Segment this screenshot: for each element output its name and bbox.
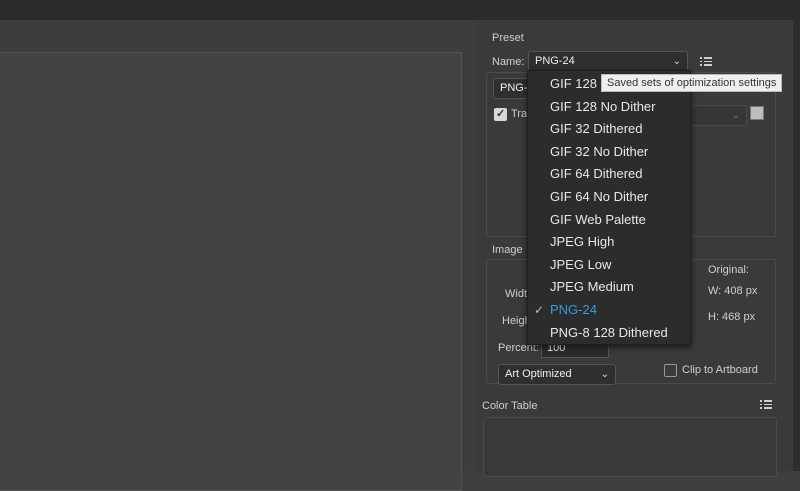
matte-select[interactable]: ⌄ [690,105,747,126]
dropdown-item[interactable]: JPEG High [550,231,614,253]
matte-color-swatch[interactable] [750,106,764,120]
preset-name-select[interactable]: PNG-24 ⌄ [528,51,688,72]
dropdown-item[interactable]: GIF 64 No Dither [550,186,648,208]
original-label: Original: [708,264,749,276]
format-value: PNG- [500,82,528,94]
quality-select[interactable]: Art Optimized ⌄ [498,364,616,385]
image-size-section-title: Image [492,244,523,256]
transparency-label: Tra [511,108,528,120]
color-table-box [483,417,777,477]
preview-canvas [0,52,462,491]
dropdown-item[interactable]: GIF Web Palette [550,209,646,231]
dropdown-item[interactable]: GIF 32 No Dither [550,141,648,163]
clip-artboard-label: Clip to Artboard [682,364,758,376]
chevron-down-icon: ⌄ [600,369,609,380]
name-label: Name: [492,56,525,68]
preset-name-value: PNG-24 [535,55,575,67]
width-label: Widt [505,288,527,300]
clip-artboard-checkbox[interactable] [664,364,677,377]
dropdown-item[interactable]: PNG-24 [550,299,597,321]
dropdown-item[interactable]: GIF 128 No Dither [550,96,656,118]
dropdown-item[interactable]: GIF 32 Dithered [550,118,643,140]
preset-section-title: Preset [492,32,524,44]
checkmark-icon: ✓ [534,303,545,317]
transparency-checkbox[interactable] [494,107,507,121]
chevron-down-icon: ⌄ [731,110,740,121]
dropdown-item[interactable]: JPEG Medium [550,276,634,298]
original-height: H: 468 px [708,311,756,323]
dropdown-item[interactable]: PNG-8 128 Dithered [550,322,668,344]
color-table-title: Color Table [482,400,538,412]
quality-value: Art Optimized [505,368,572,380]
list-menu-icon[interactable] [760,400,772,409]
dropdown-item[interactable]: JPEG Low [550,254,611,276]
preset-dropdown-menu: GIF 128 GIF 128 No Dither GIF 32 Dithered G… [527,70,691,345]
list-menu-icon[interactable] [700,57,712,66]
top-bar [0,0,800,20]
original-width: W: 408 px [708,285,758,297]
dropdown-item[interactable]: GIF 128 [550,73,597,95]
preview-area [0,20,476,491]
chevron-down-icon: ⌄ [672,56,681,67]
panel-edge [793,20,800,471]
dropdown-item[interactable]: GIF 64 Dithered [550,163,643,185]
tooltip: Saved sets of optimization settings [601,74,783,92]
